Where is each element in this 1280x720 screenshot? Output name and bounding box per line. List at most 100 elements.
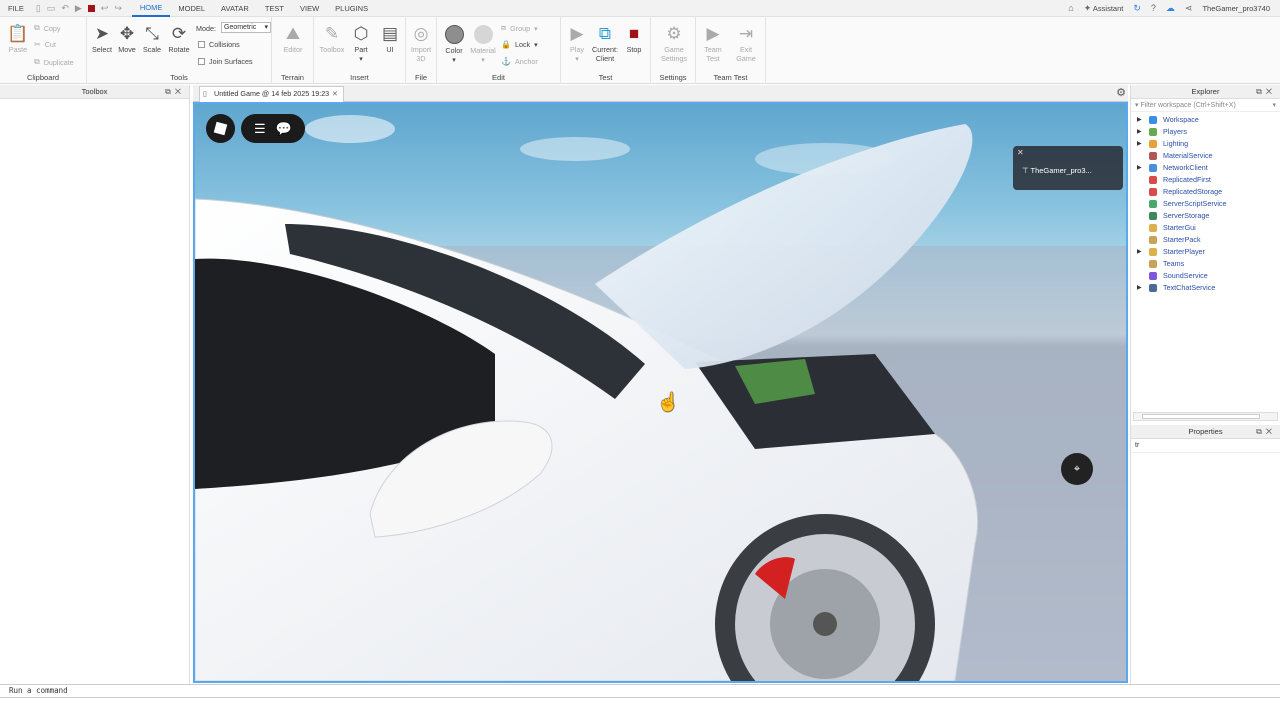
collisions-checkbox[interactable]: [198, 41, 205, 48]
redo-icon[interactable]: ↪: [114, 3, 122, 14]
explorer-item-starterpack[interactable]: StarterPack: [1131, 234, 1280, 246]
screenshot-button[interactable]: ⌖: [1061, 453, 1093, 485]
rotate-tool-button[interactable]: ⟳ Rotate: [164, 23, 194, 54]
current-client-button[interactable]: ⧉ Current: Client: [590, 23, 620, 63]
explorer-item-teams[interactable]: Teams: [1131, 258, 1280, 270]
home-icon[interactable]: ⌂: [1068, 3, 1073, 13]
menu-plugins[interactable]: PLUGINS: [327, 0, 376, 17]
material-button[interactable]: Material ▾: [468, 23, 498, 64]
ui-button[interactable]: ▤ UI: [375, 23, 405, 54]
explorer-item-serverstorage[interactable]: ServerStorage: [1131, 210, 1280, 222]
roblox-logo-button[interactable]: [206, 114, 235, 143]
menu-view[interactable]: VIEW: [292, 0, 327, 17]
player-name[interactable]: ⊤ TheGamer_pro3...: [1022, 166, 1092, 175]
paste-button[interactable]: 📋 Paste: [3, 23, 33, 54]
explorer-horizontal-scrollbar[interactable]: [1133, 412, 1278, 421]
explorer-item-networkclient[interactable]: ▶ NetworkClient: [1131, 162, 1280, 174]
import-3d-button[interactable]: ◎ Import 3D: [406, 23, 436, 63]
undock-icon[interactable]: ⧉: [1256, 427, 1266, 436]
expand-arrow-icon[interactable]: ▶: [1137, 246, 1142, 258]
join-surfaces-toggle[interactable]: Join Surfaces: [198, 57, 253, 66]
color-swatch-icon: [444, 25, 464, 44]
duplicate-button[interactable]: ⧉ Duplicate: [34, 57, 74, 67]
toolbox-button[interactable]: ✎ Toolbox: [317, 23, 347, 54]
close-icon[interactable]: ✕: [1266, 427, 1276, 436]
refresh-icon[interactable]: ↻: [1133, 3, 1141, 14]
command-bar-input[interactable]: Run a command: [0, 684, 1280, 698]
tools-group: ➤ Select ✥ Move ⤡ Scale ⟳ Rotate Mode: G…: [87, 17, 272, 84]
copy-button[interactable]: ⧉ Copy: [34, 23, 61, 33]
join-surfaces-checkbox[interactable]: [198, 58, 205, 65]
chevron-down-icon[interactable]: ▾: [1272, 99, 1276, 112]
explorer-item-materialservice[interactable]: MaterialService: [1131, 150, 1280, 162]
menu-file[interactable]: FILE: [0, 0, 32, 17]
team-test-button[interactable]: ▶ Team Test: [698, 23, 728, 63]
play-icon[interactable]: ▶: [75, 3, 82, 14]
group-button[interactable]: ⧈ Group ▾: [501, 23, 538, 33]
toolbox-header: Toolbox ⧉✕: [0, 85, 189, 99]
new-file-icon[interactable]: ▯: [36, 3, 41, 14]
explorer-item-replicatedstorage[interactable]: ReplicatedStorage: [1131, 186, 1280, 198]
undo-icon[interactable]: ↩: [101, 3, 109, 14]
username-label[interactable]: TheGamer_pro3740: [1202, 4, 1270, 13]
expand-arrow-icon[interactable]: ▶: [1137, 114, 1142, 126]
properties-header: Properties ⧉✕: [1131, 425, 1280, 439]
open-file-icon[interactable]: ▭: [47, 3, 56, 14]
stop-button[interactable]: ■ Stop: [619, 23, 649, 54]
stop-icon[interactable]: [87, 4, 95, 12]
assistant-button[interactable]: ✦ Assistant: [1084, 3, 1124, 14]
explorer-item-serverscriptservice[interactable]: ServerScriptService: [1131, 198, 1280, 210]
explorer-item-replicatedfirst[interactable]: ReplicatedFirst: [1131, 174, 1280, 186]
lighting-icon: [1149, 140, 1157, 148]
stop-icon: ■: [628, 24, 640, 43]
explorer-item-textchatservice[interactable]: ▶ TextChatService: [1131, 282, 1280, 294]
close-tab-icon[interactable]: ✕: [332, 87, 338, 101]
mode-dropdown[interactable]: Geometric ▾: [221, 22, 271, 33]
color-button[interactable]: Color ▾: [439, 23, 469, 64]
lock-button[interactable]: 🔒 Lock ▾: [501, 40, 538, 49]
menu-avatar[interactable]: AVATAR: [213, 0, 257, 17]
share-icon[interactable]: ⋖: [1185, 3, 1193, 14]
expand-arrow-icon[interactable]: ▶: [1137, 138, 1142, 150]
menu-test[interactable]: TEST: [257, 0, 292, 17]
collisions-toggle[interactable]: Collisions: [198, 40, 240, 49]
menu-model[interactable]: MODEL: [170, 0, 213, 17]
play-button[interactable]: ▶ Play ▾: [562, 23, 592, 63]
undo-history-icon[interactable]: ↶: [61, 3, 69, 14]
chevron-down-icon: ▾: [359, 54, 363, 63]
anchor-button[interactable]: ⚓ Anchor: [501, 57, 538, 66]
close-icon[interactable]: ✕: [1017, 148, 1024, 157]
scale-tool-button[interactable]: ⤡ Scale: [137, 23, 167, 54]
explorer-filter-input[interactable]: ▾ Filter workspace (Ctrl+Shift+X) ▾: [1131, 99, 1280, 112]
part-button[interactable]: ⬡ Part ▾: [346, 23, 376, 63]
toolbox-panel: Toolbox ⧉✕: [0, 85, 190, 685]
scrollbar-thumb[interactable]: [1142, 414, 1260, 419]
document-tab[interactable]: ▯ Untitled Game @ 14 feb 2025 19:23 ✕: [199, 86, 344, 102]
undock-icon[interactable]: ⧉: [165, 87, 175, 96]
exit-game-button[interactable]: ⇥ Exit Game: [731, 23, 761, 63]
expand-arrow-icon[interactable]: ▶: [1137, 282, 1142, 294]
explorer-item-workspace[interactable]: ▶ Workspace: [1131, 114, 1280, 126]
cut-button[interactable]: ✂ Cut: [34, 40, 56, 49]
replicated-storage-icon: [1149, 188, 1157, 196]
properties-search-input[interactable]: tr: [1131, 439, 1280, 453]
chat-icon[interactable]: 💬: [276, 121, 292, 137]
close-icon[interactable]: ✕: [1266, 87, 1276, 96]
cloud-icon[interactable]: ☁: [1166, 3, 1175, 14]
close-icon[interactable]: ✕: [175, 87, 185, 96]
help-icon[interactable]: ?: [1151, 3, 1156, 13]
menu-home[interactable]: HOME: [131, 0, 171, 17]
hamburger-menu-icon[interactable]: ☰: [254, 121, 266, 137]
gear-icon[interactable]: ⚙: [1116, 86, 1126, 99]
expand-arrow-icon[interactable]: ▶: [1137, 162, 1142, 174]
terrain-editor-button[interactable]: ⛰ Editor: [278, 23, 308, 54]
game-viewport[interactable]: ☰ 💬 ✕ ⊤ TheGamer_pro3... ⌖ ☝: [193, 102, 1128, 683]
explorer-item-startergui[interactable]: StarterGui: [1131, 222, 1280, 234]
explorer-item-players[interactable]: ▶ Players: [1131, 126, 1280, 138]
expand-arrow-icon[interactable]: ▶: [1137, 126, 1142, 138]
explorer-item-soundservice[interactable]: SoundService: [1131, 270, 1280, 282]
game-settings-button[interactable]: ⚙ Game Settings: [659, 23, 689, 63]
undock-icon[interactable]: ⧉: [1256, 87, 1266, 96]
explorer-item-starterplayer[interactable]: ▶ StarterPlayer: [1131, 246, 1280, 258]
explorer-item-lighting[interactable]: ▶ Lighting: [1131, 138, 1280, 150]
